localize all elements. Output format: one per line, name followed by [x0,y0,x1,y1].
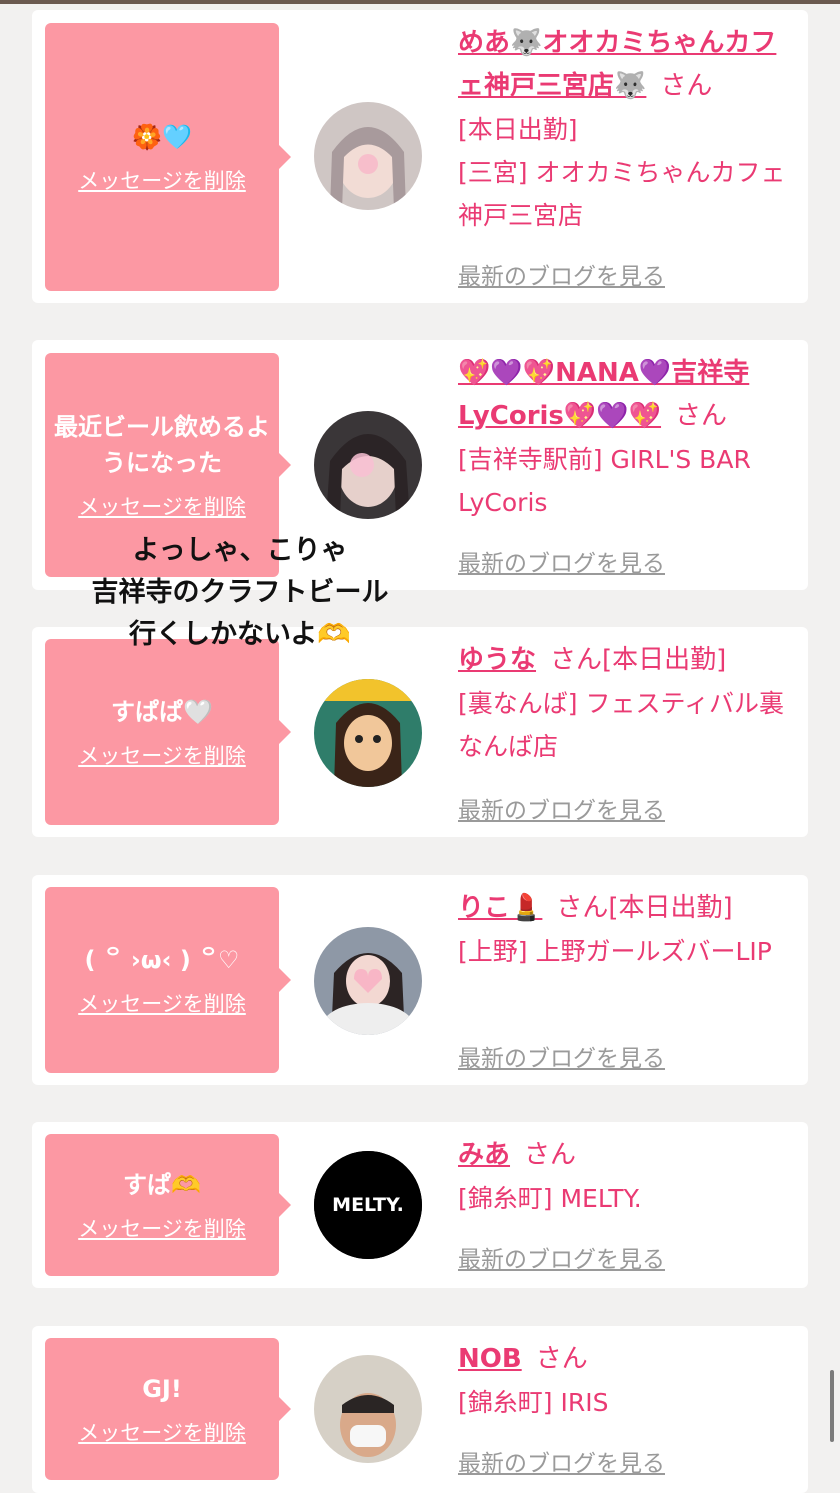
honorific: さん [675,401,728,431]
cast-info: NOB さん [錦糸町] IRIS [458,1338,798,1424]
avatar[interactable] [314,679,422,787]
honorific: さん [524,1140,577,1170]
delete-message-link[interactable]: メッセージを削除 [78,1417,246,1447]
message-text: 最近ビール飲めるようになった [54,413,270,477]
honorific: さん [660,71,713,101]
honorific: さん [535,1344,588,1374]
cast-name-link[interactable]: みあ [458,1140,510,1170]
message-bubble: GJ! メッセージを削除 [45,1338,291,1480]
cast-info: りこ💄 さん[本日出勤] [上野] 上野ガールズバーLIP [458,887,798,973]
shop-line: [錦糸町] MELTY. [458,1184,642,1213]
overlay-line: 吉祥寺のクラフトビール [91,577,389,608]
message-bubble: ( ꒪ ›ω‹ ) ꒪♡ メッセージを削除 [45,887,291,1073]
message-card: すぱぱ🤍 メッセージを削除 ゆうな さん[本日出勤] [裏なんば] フェスティバル… [32,627,808,837]
latest-blog-link[interactable]: 最新のブログを見る [458,257,665,291]
shop-line: [上野] 上野ガールズバーLIP [458,937,772,966]
top-bar [0,0,840,4]
honorific: さん [550,645,603,675]
cast-info: ゆうな さん[本日出勤] [裏なんば] フェスティバル裏なんば店 [458,639,798,768]
message-text: ( ꒪ ›ω‹ ) ꒪♡ [84,946,240,974]
delete-message-link[interactable]: メッセージを削除 [78,1213,246,1243]
delete-message-link[interactable]: メッセージを削除 [78,165,246,195]
latest-blog-link[interactable]: 最新のブログを見る [458,791,665,825]
message-card: ( ꒪ ›ω‹ ) ꒪♡ メッセージを削除 りこ💄 さん[本日出勤] [上野] 上… [32,875,808,1085]
delete-message-link[interactable]: メッセージを削除 [78,988,246,1018]
shop-line: [吉祥寺駅前] GIRL'S BAR LyCoris [458,445,751,517]
latest-blog-link[interactable]: 最新のブログを見る [458,1444,665,1478]
shop-line: [錦糸町] IRIS [458,1388,609,1417]
cast-name-link[interactable]: NOB [458,1344,522,1374]
message-bubble: すぱ🫶 メッセージを削除 [45,1134,291,1276]
info-line: [本日出勤] [458,115,578,144]
message-text: 🏵️🩵 [132,123,192,151]
overlay-line: 行くしかないよ🫶 [128,619,352,650]
message-card: GJ! メッセージを削除 NOB さん [錦糸町] IRIS 最新のブログを見る [32,1326,808,1493]
cast-name-link[interactable]: りこ💄 [458,893,542,923]
message-text: すぱぱ🤍 [111,698,213,726]
delete-message-link[interactable]: メッセージを削除 [78,740,246,770]
cast-name-link[interactable]: めあ🐺オオカミちゃんカフェ神戸三宮店🐺 [458,28,776,101]
cast-info: 💖💜💖NANA💜吉祥寺LyCoris💖💜💖 さん [吉祥寺駅前] GIRL'S B… [458,352,798,524]
avatar[interactable] [314,411,422,519]
cast-info: みあ さん [錦糸町] MELTY. [458,1134,798,1220]
shop-line: [裏なんば] フェスティバル裏なんば店 [458,689,784,761]
latest-blog-link[interactable]: 最新のブログを見る [458,1240,665,1274]
cast-info: めあ🐺オオカミちゃんカフェ神戸三宮店🐺 さん [本日出勤] [三宮] オオカミちゃ… [458,22,798,237]
overlay-caption: よっしゃ、こりゃ 吉祥寺のクラフトビール 行くしかないよ🫶 [60,530,420,656]
melty-logo: MELTY. [332,1194,404,1216]
message-card: すぱ🫶 メッセージを削除 MELTY. みあ さん [錦糸町] MELTY. 最新… [32,1122,808,1288]
attendance-badge: [本日出勤] [602,645,727,675]
latest-blog-link[interactable]: 最新のブログを見る [458,544,665,578]
cast-name-link[interactable]: ゆうな [458,645,536,675]
honorific: さん [556,893,609,923]
avatar[interactable] [314,1355,422,1463]
avatar[interactable]: MELTY. [314,1151,422,1259]
overlay-line: よっしゃ、こりゃ [132,535,348,566]
message-card: 🏵️🩵 メッセージを削除 めあ🐺オオカミちゃんカフェ神戸三宮店🐺 さん [本日出勤… [32,10,808,303]
avatar[interactable] [314,102,422,210]
attendance-badge: [本日出勤] [608,893,733,923]
scrollbar[interactable] [830,1370,834,1442]
avatar[interactable] [314,927,422,1035]
message-text: すぱ🫶 [123,1171,201,1199]
latest-blog-link[interactable]: 最新のブログを見る [458,1039,665,1073]
delete-message-link[interactable]: メッセージを削除 [78,491,246,521]
message-text: GJ! [142,1375,182,1403]
shop-line: [三宮] オオカミちゃんカフェ神戸三宮店 [458,158,786,230]
message-bubble: 🏵️🩵 メッセージを削除 [45,23,291,291]
message-bubble: すぱぱ🤍 メッセージを削除 [45,639,291,825]
